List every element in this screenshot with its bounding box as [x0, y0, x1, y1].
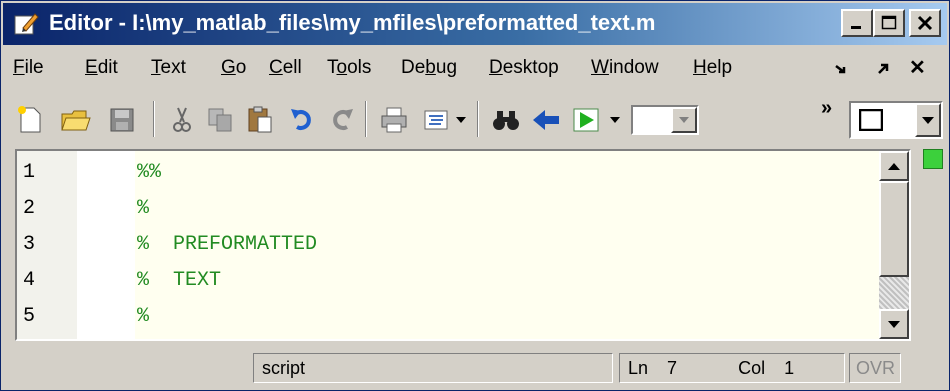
run-dropdown-arrow[interactable]	[605, 103, 625, 137]
code-editor[interactable]: 1 %% 2 % 3 % PREFORMATTED 4 % TEXT 5 %	[15, 149, 911, 341]
toolbar-overflow-icon[interactable]: »	[821, 97, 832, 120]
print-icon[interactable]	[377, 103, 411, 137]
status-mode: script	[253, 353, 613, 383]
mlint-status-indicator[interactable]	[923, 149, 943, 169]
editor-window: Editor - I:\my_matlab_files\my_mfiles\pr…	[0, 0, 950, 391]
menu-edit[interactable]: Edit	[85, 57, 118, 79]
toolbar-separator	[153, 101, 155, 137]
undo-icon[interactable]	[285, 103, 319, 137]
menu-file[interactable]: File	[13, 57, 44, 79]
status-cursor-position: Ln 7 Col 1	[619, 353, 845, 383]
cell-mode-dropdown[interactable]	[631, 105, 699, 135]
col-value: 1	[784, 358, 795, 378]
toolbar: »	[3, 93, 947, 145]
close-icon	[917, 15, 933, 31]
window-title: Editor - I:\my_matlab_files\my_mfiles\pr…	[49, 10, 656, 35]
ln-label: Ln	[628, 358, 649, 378]
scroll-down-button[interactable]	[879, 309, 909, 339]
copy-icon[interactable]	[203, 103, 237, 137]
undock-icon[interactable]	[833, 61, 849, 82]
indent-margin	[77, 151, 135, 339]
ln-value: 7	[667, 358, 678, 378]
code-line[interactable]: %%	[137, 161, 161, 184]
menu-cell[interactable]: Cell	[269, 57, 302, 79]
editor-icon	[13, 12, 39, 36]
title-bar[interactable]: Editor - I:\my_matlab_files\my_mfiles\pr…	[3, 3, 947, 45]
maximize-button[interactable]	[873, 9, 905, 37]
chevron-down-icon	[671, 107, 697, 133]
redo-icon[interactable]	[325, 103, 359, 137]
dock-arrow-icon[interactable]	[875, 61, 891, 82]
chevron-up-icon	[888, 162, 900, 170]
window-layout-dropdown[interactable]	[849, 101, 943, 139]
col-label: Col	[738, 358, 766, 378]
menu-go[interactable]: Go	[221, 57, 246, 79]
menu-help[interactable]: Help	[693, 57, 732, 79]
vertical-scrollbar[interactable]	[879, 151, 909, 339]
paste-icon[interactable]	[243, 103, 277, 137]
menu-text[interactable]: Text	[151, 57, 186, 79]
chevron-down-icon	[888, 320, 900, 328]
maximize-icon	[881, 15, 897, 30]
line-number: 3	[23, 233, 36, 256]
find-icon[interactable]	[489, 103, 523, 137]
line-number: 2	[23, 197, 36, 220]
format-icon[interactable]	[419, 103, 453, 137]
scroll-thumb[interactable]	[879, 181, 909, 277]
cut-icon[interactable]	[165, 103, 199, 137]
status-bar: script Ln 7 Col 1 OVR	[3, 349, 947, 387]
menu-desktop[interactable]: Desktop	[489, 57, 559, 79]
close-button[interactable]	[909, 9, 941, 37]
status-ovr: OVR	[849, 353, 901, 383]
menu-bar: File Edit Text Go Cell Tools Debug Deskt…	[3, 49, 947, 89]
format-dropdown-arrow[interactable]	[451, 103, 471, 137]
line-number: 1	[23, 161, 36, 184]
toolbar-separator	[365, 101, 367, 137]
back-arrow-icon[interactable]	[529, 103, 563, 137]
toolbar-separator	[477, 101, 479, 137]
close-icon[interactable]: ✕	[909, 55, 926, 80]
code-line[interactable]: % TEXT	[137, 269, 221, 292]
open-folder-icon[interactable]	[59, 103, 93, 137]
code-line[interactable]: %	[137, 197, 149, 220]
code-line[interactable]: % PREFORMATTED	[137, 233, 317, 256]
scroll-track[interactable]	[879, 277, 909, 313]
minimize-icon	[851, 26, 861, 29]
line-number: 4	[23, 269, 36, 292]
minimize-button[interactable]	[841, 9, 873, 37]
line-number: 5	[23, 305, 36, 328]
run-icon[interactable]	[569, 103, 603, 137]
code-line[interactable]: %	[137, 305, 149, 328]
chevron-down-icon	[915, 103, 941, 137]
new-file-icon[interactable]	[13, 103, 47, 137]
single-pane-icon	[859, 109, 883, 131]
save-icon[interactable]	[105, 103, 139, 137]
menu-window[interactable]: Window	[591, 57, 659, 79]
menu-tools[interactable]: Tools	[327, 57, 371, 79]
scroll-up-button[interactable]	[879, 151, 909, 181]
menu-debug[interactable]: Debug	[401, 57, 457, 79]
